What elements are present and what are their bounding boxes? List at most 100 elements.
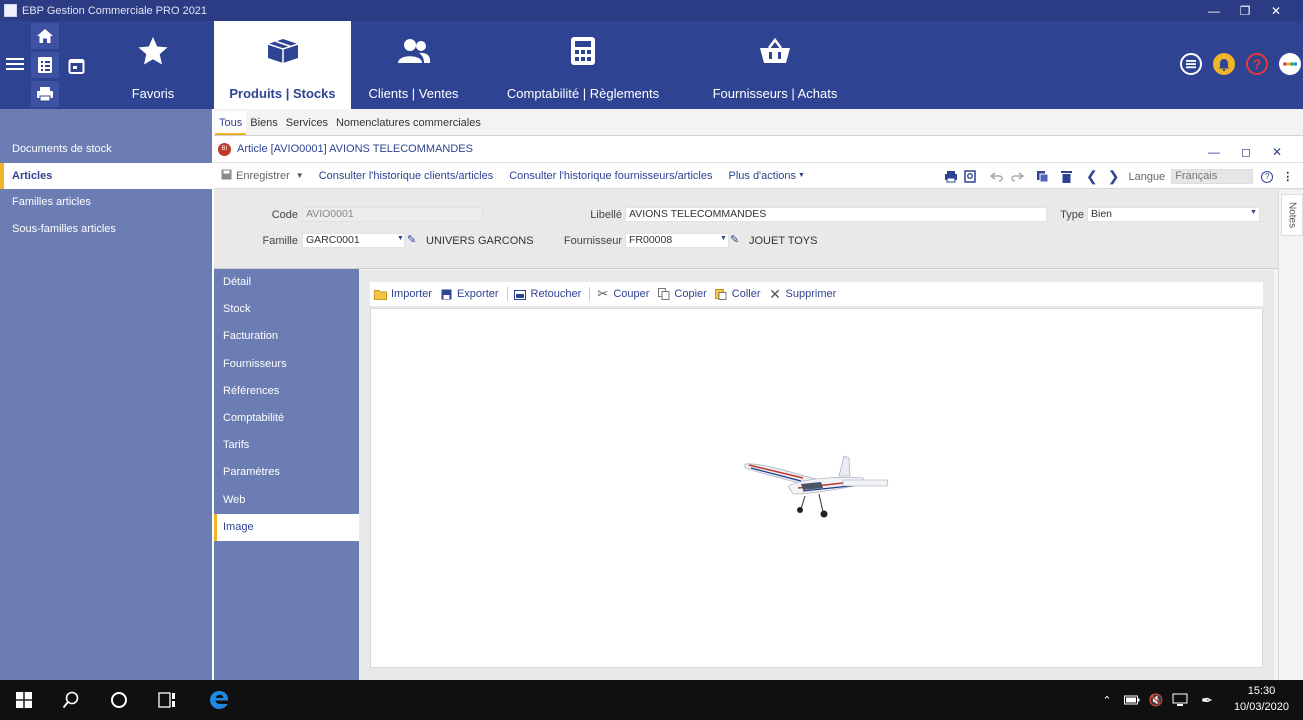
home-button[interactable]	[31, 23, 59, 49]
question-icon: ?	[1252, 56, 1262, 72]
tab-clients-ventes[interactable]: Clients | Ventes	[351, 21, 476, 109]
retouch-button[interactable]: Retoucher	[514, 288, 581, 300]
delete-icon[interactable]	[1061, 170, 1072, 183]
pen-icon[interactable]: ✒	[1197, 680, 1217, 720]
hamburger-menu-button[interactable]	[4, 49, 26, 79]
detail-nav-image[interactable]: Image	[214, 513, 359, 541]
system-clock[interactable]: 15:30 10/03/2020	[1234, 683, 1289, 715]
detail-nav-references[interactable]: Références	[214, 378, 359, 405]
fournisseur-edit-icon[interactable]: ✎	[730, 233, 739, 246]
detail-nav-comptabilite[interactable]: Comptabilité	[214, 405, 359, 432]
tab-fournisseurs-achats[interactable]: Fournisseurs | Achats	[699, 21, 851, 109]
famille-dropdown-arrow[interactable]: ▼	[397, 235, 404, 242]
subtab-biens[interactable]: Biens	[246, 111, 282, 135]
sidebar-item-familles-articles[interactable]: Familles articles	[0, 189, 212, 216]
fournisseur-dropdown-arrow[interactable]: ▼	[720, 235, 727, 242]
tab-fournisseurs-achats-label: Fournisseurs | Achats	[712, 86, 838, 101]
libelle-field[interactable]: AVIONS TELECOMMANDES	[625, 207, 1047, 222]
famille-edit-icon[interactable]: ✎	[407, 233, 416, 246]
type-dropdown-arrow[interactable]: ▼	[1250, 209, 1257, 216]
minimize-window-button[interactable]: —	[1199, 0, 1229, 21]
subtab-services[interactable]: Services	[282, 111, 332, 135]
detail-nav-tarifs[interactable]: Tarifs	[214, 432, 359, 459]
subtab-nomenclatures[interactable]: Nomenclatures commerciales	[332, 111, 485, 135]
copy-button[interactable]: Copier	[657, 288, 707, 300]
subtab-tous[interactable]: Tous	[215, 111, 247, 135]
previous-icon[interactable]: ❮	[1086, 168, 1098, 185]
search-icon	[62, 691, 79, 709]
copy-icon	[657, 288, 670, 300]
notifications-button[interactable]	[1213, 53, 1235, 75]
language-select[interactable]: Français	[1171, 169, 1254, 184]
contacts-button[interactable]	[31, 52, 59, 78]
article-minimize-button[interactable]: —	[1206, 144, 1222, 160]
paste-button[interactable]: Coller	[715, 288, 761, 300]
toolbar-divider	[506, 287, 508, 301]
history-suppliers-button[interactable]: Consulter l'historique fournisseurs/arti…	[509, 170, 712, 182]
detail-nav-web[interactable]: Web	[214, 487, 359, 514]
article-maximize-button[interactable]: ◻	[1238, 144, 1254, 160]
cut-button[interactable]: ✂ Couper	[596, 286, 649, 301]
tab-favoris[interactable]: Favoris	[92, 21, 214, 109]
tray-expand-icon[interactable]: ⌃	[1099, 680, 1115, 720]
windows-logo-icon	[16, 692, 32, 708]
close-window-button[interactable]: ✕	[1261, 0, 1291, 21]
detail-nav-stock[interactable]: Stock	[214, 296, 359, 323]
calendar-button[interactable]	[62, 52, 90, 78]
info-help-icon[interactable]: ?	[1261, 170, 1274, 183]
battery-icon[interactable]	[1122, 680, 1142, 720]
detail-nav-facturation[interactable]: Facturation	[214, 323, 359, 350]
save-button[interactable]: Enregistrer	[236, 170, 290, 182]
tab-comptabilite-reglements[interactable]: Comptabilité | Règlements	[489, 21, 677, 109]
clock-date: 10/03/2020	[1233, 701, 1289, 713]
more-options-icon[interactable]: ⋮	[1282, 170, 1293, 183]
famille-field[interactable]: GARC0001	[302, 233, 405, 248]
start-button[interactable]	[4, 680, 44, 720]
export-button[interactable]: Exporter	[440, 288, 499, 300]
article-form: Code AVIO0001 Libellé AVIONS TELECOMMAND…	[214, 189, 1303, 269]
article-close-button[interactable]: ✕	[1269, 144, 1285, 160]
import-label: Importer	[391, 288, 432, 300]
tab-produits-stocks[interactable]: Produits | Stocks	[214, 21, 351, 109]
volume-muted-icon[interactable]: 🔇	[1146, 680, 1166, 720]
sidebar-item-sous-familles-articles[interactable]: Sous-familles articles	[0, 216, 212, 243]
restore-window-button[interactable]: ❐	[1230, 0, 1260, 21]
type-select[interactable]: Bien	[1087, 207, 1260, 222]
apps-button[interactable]	[1279, 53, 1301, 75]
import-button[interactable]: Importer	[374, 288, 432, 300]
sidebar-item-articles[interactable]: Articles	[0, 162, 212, 189]
sidebar-item-documents-de-stock[interactable]: Documents de stock	[0, 136, 212, 163]
detail-nav-fournisseurs[interactable]: Fournisseurs	[214, 351, 359, 378]
more-actions-button[interactable]: Plus d'actions	[728, 170, 796, 182]
print-button[interactable]	[31, 81, 59, 107]
cortana-button[interactable]	[99, 680, 139, 720]
undo-icon[interactable]	[990, 171, 1004, 182]
fournisseur-field[interactable]: FR00008	[625, 233, 729, 248]
box-icon	[267, 39, 298, 63]
next-icon[interactable]: ❯	[1108, 168, 1120, 185]
search-button[interactable]	[51, 680, 91, 720]
history-clients-button[interactable]: Consulter l'historique clients/articles	[319, 170, 494, 182]
code-field[interactable]: AVIO0001	[302, 207, 483, 222]
help-button[interactable]: ?	[1246, 53, 1268, 75]
paste-icon	[715, 289, 728, 300]
preview-icon[interactable]	[964, 170, 976, 183]
detail-nav-parametres[interactable]: Paramètres	[214, 459, 359, 486]
redo-icon[interactable]	[1010, 171, 1024, 182]
delete-image-button[interactable]: ✕ Supprimer	[769, 286, 836, 302]
more-actions-arrow[interactable]: ▼	[798, 172, 805, 179]
basket-icon	[760, 38, 790, 63]
detail-nav-detail[interactable]: Détail	[214, 269, 359, 296]
task-view-button[interactable]	[147, 680, 187, 720]
window-title: EBP Gestion Commerciale PRO 2021	[22, 4, 208, 17]
menu-list-button[interactable]	[1180, 53, 1202, 75]
print-icon[interactable]	[944, 170, 958, 183]
duplicate-icon[interactable]	[1036, 170, 1049, 183]
tab-produits-stocks-label: Produits | Stocks	[229, 86, 336, 101]
save-dropdown-arrow[interactable]: ▼	[296, 171, 304, 180]
network-icon[interactable]	[1170, 680, 1190, 720]
edge-browser-button[interactable]	[199, 680, 239, 720]
language-label: Langue	[1128, 170, 1166, 183]
product-image-airplane	[744, 455, 889, 518]
notes-tab[interactable]: Notes	[1281, 194, 1303, 236]
